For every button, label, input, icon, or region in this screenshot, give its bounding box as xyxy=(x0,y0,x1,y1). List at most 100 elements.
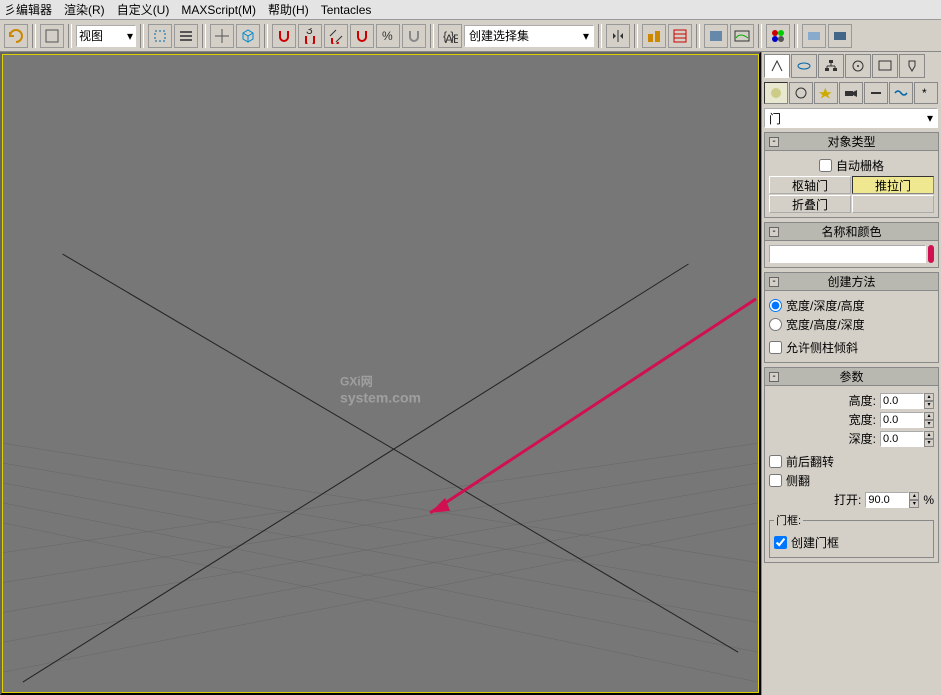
link-icon[interactable] xyxy=(40,24,64,48)
object-name-input[interactable] xyxy=(769,245,926,263)
menu-render[interactable]: 渲染(R) xyxy=(64,1,105,18)
helpers-category-icon[interactable] xyxy=(864,82,888,104)
command-panel-tabs xyxy=(764,54,939,78)
lights-category-icon[interactable] xyxy=(814,82,838,104)
sliding-door-button[interactable]: 推拉门 xyxy=(852,176,934,194)
selection-icon[interactable] xyxy=(148,24,172,48)
svg-text:*: * xyxy=(922,86,927,100)
geometry-category-icon[interactable] xyxy=(764,82,788,104)
menu-maxscript[interactable]: MAXScript(M) xyxy=(181,3,256,17)
object-color-swatch[interactable] xyxy=(928,245,934,263)
create-tab-icon[interactable] xyxy=(764,54,790,78)
height-label: 高度: xyxy=(849,392,876,409)
collapse-icon: - xyxy=(769,372,779,382)
percent-icon[interactable]: % xyxy=(376,24,400,48)
object-type-rollout: - 对象类型 自动栅格 枢轴门 推拉门 折叠门 xyxy=(764,132,939,218)
subcategory-dropdown[interactable]: 门 ▾ xyxy=(764,108,938,128)
depth-label: 深度: xyxy=(849,430,876,447)
undo-redo-icon[interactable] xyxy=(4,24,28,48)
systems-category-icon[interactable]: * xyxy=(914,82,938,104)
create-frame-label: 创建门框 xyxy=(791,534,839,551)
collapse-icon: - xyxy=(769,137,779,147)
utilities-tab-icon[interactable] xyxy=(899,54,925,78)
height-spinner[interactable]: ▴▾ xyxy=(880,393,934,409)
object-type-header[interactable]: - 对象类型 xyxy=(765,133,938,151)
chevron-down-icon: ▾ xyxy=(127,29,133,43)
empty-type-button xyxy=(852,195,934,213)
chevron-down-icon: ▾ xyxy=(927,111,933,125)
align-icon[interactable] xyxy=(642,24,666,48)
render-setup-icon[interactable] xyxy=(802,24,826,48)
open-unit: % xyxy=(923,493,934,507)
viewport-container: GXi网 system.com xyxy=(0,52,761,695)
layers-icon[interactable] xyxy=(668,24,692,48)
svg-text:%: % xyxy=(382,29,393,43)
wdh-label: 宽度/深度/高度 xyxy=(786,297,865,314)
display-tab-icon[interactable] xyxy=(872,54,898,78)
menu-bar: 彡编辑器 渲染(R) 自定义(U) MAXScript(M) 帮助(H) Ten… xyxy=(0,0,941,20)
creation-method-header[interactable]: - 创建方法 xyxy=(765,273,938,291)
selection-list-icon[interactable] xyxy=(174,24,198,48)
flip-fb-checkbox[interactable] xyxy=(769,455,782,468)
box-icon[interactable] xyxy=(236,24,260,48)
cameras-category-icon[interactable] xyxy=(839,82,863,104)
create-frame-checkbox[interactable] xyxy=(774,536,787,549)
render-icon[interactable] xyxy=(828,24,852,48)
width-label: 宽度: xyxy=(849,411,876,428)
category-row: * xyxy=(764,82,939,104)
angle-snap-icon[interactable]: 3 xyxy=(298,24,322,48)
bifold-door-button[interactable]: 折叠门 xyxy=(769,195,851,213)
svg-text:ABC: ABC xyxy=(445,32,458,44)
move-icon[interactable] xyxy=(210,24,234,48)
name-color-header[interactable]: - 名称和颜色 xyxy=(765,223,938,241)
open-label: 打开: xyxy=(834,491,861,508)
name-color-rollout: - 名称和颜色 xyxy=(764,222,939,268)
wdh-radio[interactable] xyxy=(769,299,782,312)
flip-fb-label: 前后翻转 xyxy=(786,453,834,470)
depth-spinner[interactable]: ▴▾ xyxy=(880,431,934,447)
shapes-category-icon[interactable] xyxy=(789,82,813,104)
layer-explorer-icon[interactable] xyxy=(704,24,728,48)
menu-tentacles[interactable]: Tentacles xyxy=(321,3,372,17)
spinner-snap-icon[interactable] xyxy=(350,24,374,48)
frame-legend: 门框: xyxy=(774,512,803,528)
menu-help[interactable]: 帮助(H) xyxy=(268,1,309,18)
whd-radio[interactable] xyxy=(769,318,782,331)
allow-slant-label: 允许侧柱倾斜 xyxy=(786,339,858,356)
viewport-grid xyxy=(3,55,758,692)
selection-set-combo[interactable]: 创建选择集▾ xyxy=(464,25,594,47)
menu-editor[interactable]: 彡编辑器 xyxy=(4,1,52,18)
spacewarps-category-icon[interactable] xyxy=(889,82,913,104)
svg-text:3: 3 xyxy=(306,28,313,37)
named-sets-icon[interactable]: { }ABC xyxy=(438,24,462,48)
percent-snap-icon[interactable] xyxy=(324,24,348,48)
parameters-header[interactable]: - 参数 xyxy=(765,368,938,386)
collapse-icon: - xyxy=(769,227,779,237)
allow-slant-checkbox[interactable] xyxy=(769,341,782,354)
open-spinner[interactable]: ▴▾ xyxy=(865,492,919,508)
creation-method-rollout: - 创建方法 宽度/深度/高度 宽度/高度/深度 允许侧柱倾斜 xyxy=(764,272,939,363)
chevron-down-icon: ▾ xyxy=(583,29,589,43)
hierarchy-tab-icon[interactable] xyxy=(818,54,844,78)
mirror-icon[interactable] xyxy=(606,24,630,48)
flip-side-checkbox[interactable] xyxy=(769,474,782,487)
frame-fieldset: 门框: 创建门框 xyxy=(769,512,934,558)
collapse-icon: - xyxy=(769,277,779,287)
main-toolbar: 视图▾ 3 % { }ABC 创建选择集▾ xyxy=(0,20,941,52)
snap-options-icon[interactable] xyxy=(402,24,426,48)
width-spinner[interactable]: ▴▾ xyxy=(880,412,934,428)
perspective-viewport[interactable]: GXi网 system.com xyxy=(2,54,759,693)
rotate-mode-select[interactable]: 视图▾ xyxy=(76,25,136,47)
modify-tab-icon[interactable] xyxy=(791,54,817,78)
auto-grid-label: 自动栅格 xyxy=(836,157,884,174)
motion-tab-icon[interactable] xyxy=(845,54,871,78)
pivot-door-button[interactable]: 枢轴门 xyxy=(769,176,851,194)
command-panel: * 门 ▾ - 对象类型 自动栅格 枢轴门 推拉门 折叠门 xyxy=(761,52,941,695)
whd-label: 宽度/高度/深度 xyxy=(786,316,865,333)
material-editor-icon[interactable] xyxy=(766,24,790,48)
menu-customize[interactable]: 自定义(U) xyxy=(117,1,170,18)
main-area: GXi网 system.com * xyxy=(0,52,941,695)
snap-toggle-icon[interactable] xyxy=(272,24,296,48)
curve-editor-icon[interactable] xyxy=(730,24,754,48)
auto-grid-checkbox[interactable] xyxy=(819,159,832,172)
